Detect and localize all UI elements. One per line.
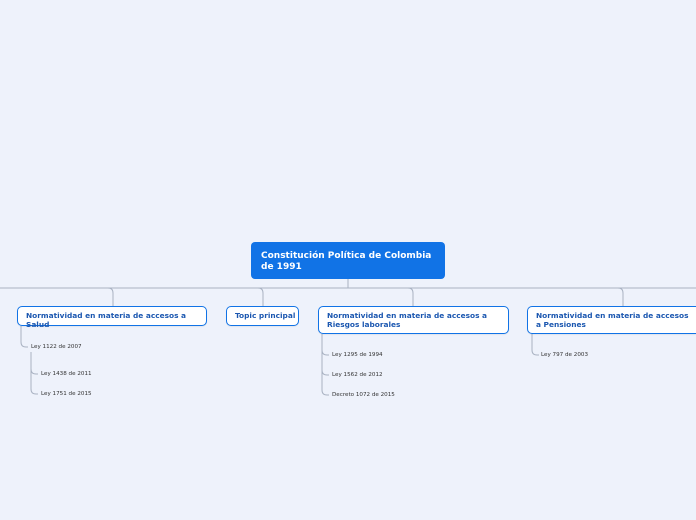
central-topic[interactable]: Constitución Política de Colombia de 199… xyxy=(251,242,445,279)
connector-topic-4 xyxy=(617,287,624,306)
subtopic-ley-1438-2011[interactable]: Ley 1438 de 2011 xyxy=(41,371,92,378)
connector-topic-2 xyxy=(257,287,264,306)
connector-salud-grandchildren xyxy=(30,352,38,395)
topic-riesgos-laborales[interactable]: Normatividad en materia de accesos a Rie… xyxy=(318,306,509,334)
connector-salud-child xyxy=(20,326,28,348)
subtopic-ley-1295-1994[interactable]: Ley 1295 de 1994 xyxy=(332,352,383,359)
central-topic-label: Constitución Política de Colombia de 199… xyxy=(261,251,432,272)
subtopic-ley-1562-2012[interactable]: Ley 1562 de 2012 xyxy=(332,372,383,379)
mind-map-canvas: Constitución Política de Colombia de 199… xyxy=(0,0,696,520)
topic-riesgos-label: Normatividad en materia de accesos a Rie… xyxy=(327,311,488,329)
connector-riesgos-children xyxy=(321,334,329,396)
topic-pensiones-label: Normatividad en materia de accesos a Pen… xyxy=(536,311,689,329)
subtopic-ley-1122-2007[interactable]: Ley 1122 de 2007 xyxy=(31,344,82,351)
subtopic-decreto-1072-2015[interactable]: Decreto 1072 de 2015 xyxy=(332,392,395,399)
topic-pensiones[interactable]: Normatividad en materia de accesos a Pen… xyxy=(527,306,696,334)
topic-salud-label: Normatividad en materia de accesos a Sal… xyxy=(26,311,187,329)
subtopic-ley-1751-2015[interactable]: Ley 1751 de 2015 xyxy=(41,391,92,398)
connector-pensiones-child xyxy=(531,334,539,356)
topic-salud[interactable]: Normatividad en materia de accesos a Sal… xyxy=(17,306,207,329)
topic-principal-label: Topic principal xyxy=(235,311,296,320)
connector-topic-3 xyxy=(407,287,414,306)
connector-topic-1 xyxy=(107,287,114,306)
subtopic-ley-797-2003[interactable]: Ley 797 de 2003 xyxy=(541,352,588,359)
topic-principal[interactable]: Topic principal xyxy=(226,306,299,326)
